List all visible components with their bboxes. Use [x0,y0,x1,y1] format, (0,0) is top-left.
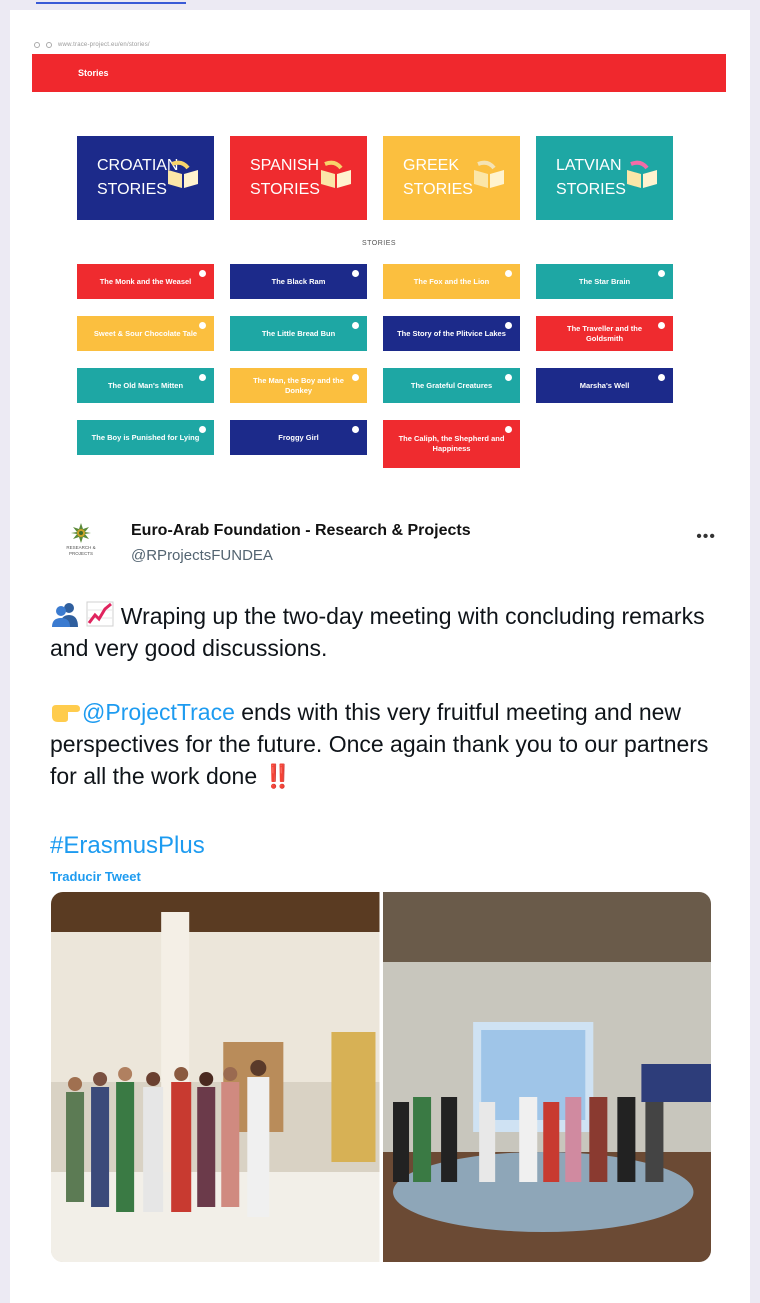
story-tile[interactable]: The Monk and the Weasel [77,264,214,299]
tweet-header: RESEARCH & PROJECTS Euro-Arab Foundation… [56,520,716,570]
translate-tweet-link[interactable]: Traducir Tweet [50,869,141,884]
author-handle[interactable]: @RProjectsFUNDEA [131,547,273,564]
hashtag-link[interactable]: #ErasmusPlus [50,832,205,860]
chart-icon [86,601,114,627]
story-dot-icon [658,374,665,381]
double-exclamation-icon: ‼️ [263,763,293,789]
book-icon [168,160,198,188]
story-dot-icon [658,270,665,277]
country-tile[interactable]: LATVIAN STORIES [536,136,673,220]
embedded-website-screenshot: www.trace-project.eu/en/stories/ Stories… [32,36,726,476]
lock-icon [46,42,52,48]
book-icon [627,160,657,188]
country-tile[interactable]: GREEK STORIES [383,136,520,220]
story-tile[interactable]: The Traveller and the Goldsmith [536,316,673,351]
story-tile[interactable]: The Grateful Creatures [383,368,520,403]
author-name[interactable]: Euro-Arab Foundation - Research & Projec… [131,522,471,540]
story-dot-icon [505,322,512,329]
book-icon [321,160,351,188]
story-title: The Little Bread Bun [261,328,336,338]
courtyard-photo-image [51,892,380,1262]
story-tile[interactable]: The Black Ram [230,264,367,299]
story-dot-icon [199,322,206,329]
story-tile[interactable]: The Little Bread Bun [230,316,367,351]
story-dot-icon [199,270,206,277]
story-tile[interactable]: The Story of the Plitvice Lakes [383,316,520,351]
story-title: The Star Brain [578,276,631,286]
address-url: www.trace-project.eu/en/stories/ [58,42,150,48]
country-tile[interactable]: SPANISH STORIES [230,136,367,220]
story-dot-icon [199,374,206,381]
tweet-text: Wraping up the two-day meeting with conc… [50,600,720,824]
story-dot-icon [505,426,512,433]
tweet-paragraph-2: @ProjectTrace ends with this very fruitf… [50,699,709,789]
avatar[interactable]: RESEARCH & PROJECTS [56,522,106,566]
tweet-paragraph-1: Wraping up the two-day meeting with conc… [50,601,705,661]
photo-group-meeting-room[interactable] [382,892,711,1262]
story-title: The Fox and the Lion [413,276,490,286]
story-tile[interactable]: The Star Brain [536,264,673,299]
story-title: Froggy Girl [278,432,319,442]
story-title: The Story of the Plitvice Lakes [397,328,506,338]
story-title: Marsha's Well [579,380,630,390]
meeting-room-photo-image [382,892,711,1262]
story-tile[interactable]: The Fox and the Lion [383,264,520,299]
more-icon[interactable]: ••• [696,528,716,546]
story-title: The Caliph, the Shepherd and Happiness [398,434,505,453]
story-title: Sweet & Sour Chocolate Tale [93,328,198,338]
story-title: The Traveller and the Goldsmith [566,323,643,343]
story-dot-icon [505,374,512,381]
logo-text: RESEARCH & PROJECTS [66,545,96,556]
story-title: The Monk and the Weasel [99,276,192,286]
story-title: The Grateful Creatures [410,380,493,390]
foundation-logo-icon [71,523,91,543]
story-tile[interactable]: The Caliph, the Shepherd and Happiness [383,420,520,468]
story-tile[interactable]: Sweet & Sour Chocolate Tale [77,316,214,351]
country-tiles: CROATIAN STORIES SPANISH STORIES GREEK STORIE… [77,136,673,220]
address-bar: www.trace-project.eu/en/stories/ [32,36,726,54]
pointing-hand-icon [52,705,80,722]
country-tile[interactable]: CROATIAN STORIES [77,136,214,220]
mention-link[interactable]: @ProjectTrace [82,699,235,725]
story-dot-icon [352,374,359,381]
story-dot-icon [352,322,359,329]
people-icon [52,603,78,627]
story-dot-icon [658,322,665,329]
story-tile[interactable]: The Man, the Boy and the Donkey [230,368,367,403]
stories-label: STORIES [361,240,397,247]
book-icon [474,160,504,188]
story-tile[interactable]: Froggy Girl [230,420,367,455]
story-title: The Old Man's Mitten [107,380,184,390]
top-link-underline [36,0,186,4]
reload-icon [34,42,40,48]
site-nav-bar: Stories [32,54,726,92]
story-dot-icon [199,426,206,433]
story-title: The Black Ram [271,276,326,286]
story-title: The Boy is Punished for Lying [91,432,200,442]
story-tile[interactable]: The Old Man's Mitten [77,368,214,403]
tweet-media[interactable] [51,892,711,1262]
story-tile[interactable]: Marsha's Well [536,368,673,403]
story-tile[interactable]: The Boy is Punished for Lying [77,420,214,455]
nav-link-stories: Stories [78,68,109,78]
photo-group-courtyard[interactable] [51,892,380,1262]
story-title: The Man, the Boy and the Donkey [253,375,344,395]
story-dot-icon [352,426,359,433]
story-dot-icon [352,270,359,277]
story-dot-icon [505,270,512,277]
story-grid: The Monk and the Weasel The Black Ram The … [77,264,673,468]
